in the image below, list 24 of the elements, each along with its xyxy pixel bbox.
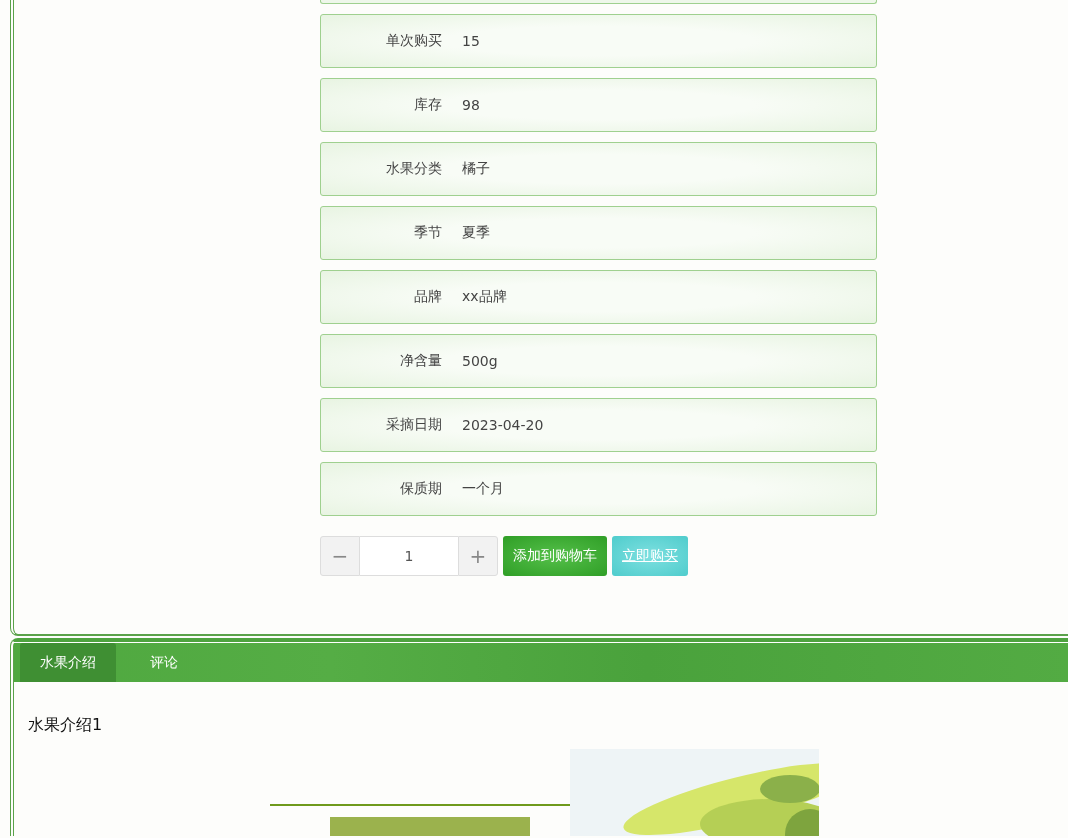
- field-label: 水果分类: [385, 160, 442, 178]
- add-to-cart-button[interactable]: 添加到购物车: [503, 536, 607, 576]
- field-label: 季节: [413, 224, 442, 242]
- field-label: 品牌: [413, 288, 442, 306]
- field-value: 500g: [462, 353, 498, 369]
- tab[interactable]: 水果介绍: [20, 643, 116, 682]
- field-label: 单次购买: [385, 32, 442, 50]
- field-label: 净含量: [399, 352, 442, 370]
- field-label: 保质期: [399, 480, 442, 498]
- field-value: 橘子: [462, 160, 490, 178]
- field-value: 15: [462, 33, 480, 49]
- intro-text: 水果介绍1: [28, 715, 103, 735]
- increase-button[interactable]: +: [458, 536, 498, 576]
- decrease-button[interactable]: −: [320, 536, 360, 576]
- tab[interactable]: 评论: [116, 643, 212, 682]
- field-value: 一个月: [462, 480, 504, 498]
- field-value: 夏季: [462, 224, 490, 242]
- field-value: 2023-04-20: [462, 417, 544, 433]
- quantity-field[interactable]: 1: [360, 536, 458, 576]
- field-value: 98: [462, 97, 480, 113]
- buy-now-button[interactable]: 立即购买: [612, 536, 688, 576]
- field-value: xx品牌: [462, 288, 507, 306]
- field-label: 库存: [413, 96, 442, 114]
- field-label: 采摘日期: [385, 416, 442, 434]
